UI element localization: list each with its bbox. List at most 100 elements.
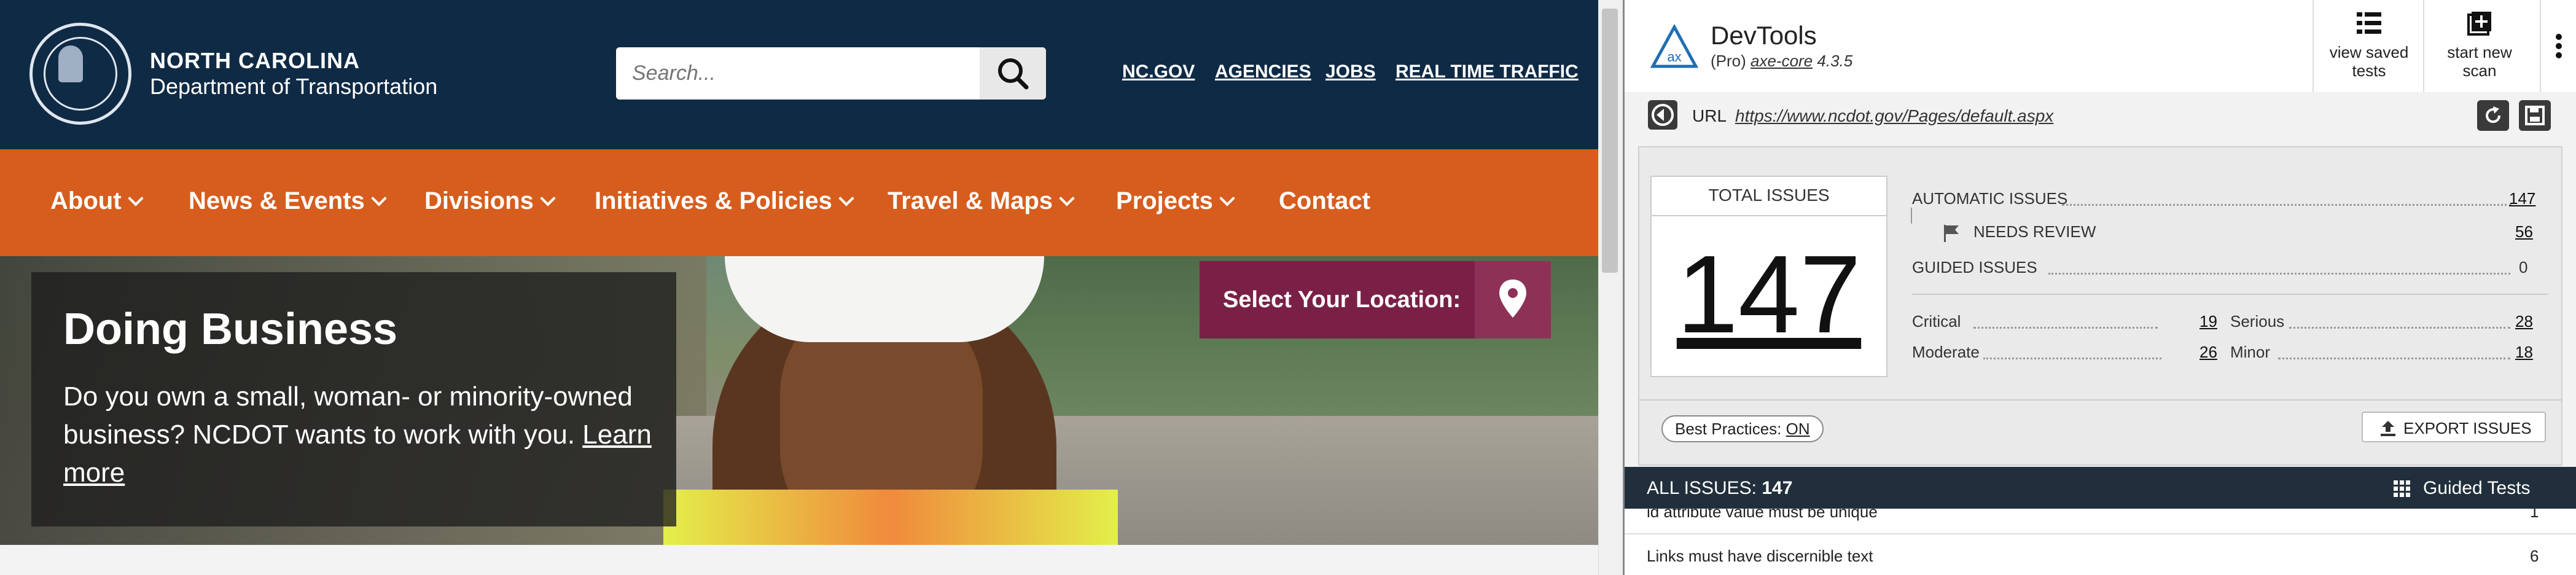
- nav-projects[interactable]: Projects: [1116, 187, 1235, 215]
- list-item[interactable]: Links must have discernible text 6: [1625, 534, 2576, 575]
- export-issues-label: EXPORT ISSUES: [2403, 419, 2532, 437]
- brand-state[interactable]: NORTH CAROLINA: [150, 48, 360, 74]
- devtools-title: DevTools: [1711, 21, 1817, 50]
- section-divider: [1638, 399, 2562, 401]
- start-new-label-2: scan: [2462, 61, 2497, 80]
- site-header: NORTH CAROLINA Department of Transportat…: [0, 0, 1598, 149]
- all-issues-count: 147: [1762, 478, 1793, 498]
- dotted-leader: [1973, 327, 2158, 329]
- nav-contact[interactable]: Contact: [1279, 187, 1370, 215]
- nav-label: Projects: [1116, 187, 1213, 214]
- hero-photo-hardhat: [725, 256, 1044, 342]
- best-practices-toggle[interactable]: Best Practices: ON: [1661, 415, 1824, 442]
- devtools-header: ax DevTools (Pro) axe-core 4.3.5 view sa…: [1625, 0, 2576, 93]
- search-button[interactable]: [980, 47, 1046, 100]
- guided-tests-button[interactable]: Guided Tests: [2394, 478, 2531, 499]
- total-issues-count[interactable]: 147: [1652, 233, 1886, 356]
- view-saved-label-2: tests: [2352, 61, 2386, 80]
- nav-label: About: [50, 187, 122, 214]
- chevron-down-icon: [838, 190, 854, 206]
- list-icon: [2357, 12, 2381, 34]
- link-real-time-traffic[interactable]: REAL TIME TRAFFIC: [1395, 61, 1579, 82]
- kebab-menu-icon: [2556, 34, 2562, 58]
- nav-divisions[interactable]: Divisions: [424, 187, 556, 215]
- critical-label: Critical: [1912, 312, 1961, 331]
- hero-text-body: Do you own a small, woman- or minority-o…: [63, 381, 633, 450]
- chevron-down-icon: [127, 190, 144, 206]
- url-label: URL: [1692, 106, 1727, 125]
- link-agencies[interactable]: AGENCIES: [1215, 61, 1311, 82]
- list-item[interactable]: id attribute value must be unique 1: [1625, 509, 2576, 533]
- brand-department[interactable]: Department of Transportation: [150, 74, 437, 100]
- dotted-leader: [2278, 358, 2510, 359]
- save-results-button[interactable]: [2519, 100, 2551, 131]
- rescan-button[interactable]: [2477, 100, 2509, 131]
- search-input[interactable]: [616, 47, 978, 100]
- nav-about[interactable]: About: [50, 187, 144, 215]
- tree-connector: [1911, 208, 1912, 224]
- axe-logo-icon: ax: [1650, 25, 1698, 68]
- link-ncgov[interactable]: NC.GOV: [1122, 61, 1195, 82]
- minor-label: Minor: [2230, 343, 2271, 361]
- automatic-issues-label: AUTOMATIC ISSUES: [1912, 189, 2068, 208]
- needs-review-label: NEEDS REVIEW: [1973, 222, 2096, 241]
- svg-text:ax: ax: [1667, 49, 1681, 65]
- save-icon: [2525, 106, 2545, 125]
- start-new-scan-button[interactable]: start new scan: [2423, 0, 2535, 92]
- moderate-count[interactable]: 26: [2199, 343, 2217, 362]
- nav-travel-maps[interactable]: Travel & Maps: [888, 187, 1075, 215]
- search-icon: [998, 58, 1029, 90]
- best-practices-label: Best Practices:: [1675, 420, 1782, 438]
- back-arrow-icon: [1652, 104, 1674, 126]
- select-location-label: Select Your Location:: [1223, 287, 1461, 313]
- guided-tests-label: Guided Tests: [2423, 478, 2531, 498]
- hero-photo-vest: [663, 490, 1118, 545]
- nav-label: News & Events: [189, 187, 365, 214]
- select-location-button[interactable]: Select Your Location:: [1200, 261, 1551, 338]
- issues-list: id attribute value must be unique 1 Link…: [1625, 509, 2576, 575]
- back-button[interactable]: [1648, 100, 1677, 130]
- axe-core-link[interactable]: axe-core: [1751, 52, 1813, 70]
- issue-count: 1: [2530, 509, 2539, 521]
- nav-initiatives-policies[interactable]: Initiatives & Policies: [595, 187, 854, 215]
- export-issues-button[interactable]: EXPORT ISSUES: [2362, 412, 2546, 442]
- chevron-down-icon: [1219, 190, 1235, 206]
- devtools-subtitle: (Pro) axe-core 4.3.5: [1711, 52, 1852, 71]
- guided-issues-label: GUIDED ISSUES: [1912, 258, 2037, 276]
- best-practices-state: ON: [1786, 420, 1810, 438]
- view-saved-label-1: view saved: [2329, 43, 2409, 61]
- export-icon: [2381, 421, 2395, 436]
- location-pin-icon: [1475, 261, 1551, 338]
- hero-text: Do you own a small, woman- or minority-o…: [63, 378, 653, 492]
- dotted-leader: [2048, 273, 2510, 275]
- chevron-down-icon: [540, 190, 556, 206]
- flag-icon: [1944, 225, 1959, 242]
- ncdot-website: NORTH CAROLINA Department of Transportat…: [0, 0, 1598, 575]
- link-jobs[interactable]: JOBS: [1325, 61, 1376, 82]
- issue-label: Links must have discernible text: [1647, 547, 1873, 565]
- nc-seal-logo[interactable]: [29, 23, 131, 125]
- critical-count[interactable]: 19: [2199, 312, 2217, 331]
- scanned-url-link[interactable]: https://www.ncdot.gov/Pages/default.aspx: [1735, 106, 2053, 126]
- minor-count[interactable]: 18: [2515, 343, 2533, 362]
- grid-icon: [2394, 480, 2410, 497]
- view-saved-tests-button[interactable]: view saved tests: [2313, 0, 2424, 92]
- scrollbar-thumb[interactable]: [1602, 9, 1618, 273]
- pro-label: (Pro): [1711, 52, 1746, 70]
- moderate-label: Moderate: [1912, 343, 1980, 361]
- needs-review-count[interactable]: 56: [2515, 222, 2533, 241]
- dotted-leader: [2062, 204, 2512, 206]
- all-issues-label: ALL ISSUES:: [1647, 478, 1757, 498]
- automatic-issues-count[interactable]: 147: [2509, 189, 2535, 208]
- dotted-leader: [1983, 358, 2161, 359]
- start-new-label-1: start new: [2447, 43, 2512, 61]
- nav-news-events[interactable]: News & Events: [189, 187, 387, 215]
- chevron-down-icon: [371, 190, 387, 206]
- serious-label: Serious: [2230, 312, 2285, 331]
- nav-label: Initiatives & Policies: [595, 187, 832, 214]
- more-options-button[interactable]: [2540, 0, 2576, 92]
- total-issues-card: TOTAL ISSUES 147: [1650, 176, 1887, 377]
- hero-caption-box: Doing Business Do you own a small, woman…: [31, 272, 676, 526]
- serious-count[interactable]: 28: [2515, 312, 2533, 331]
- axe-devtools-panel: ax DevTools (Pro) axe-core 4.3.5 view sa…: [1625, 0, 2576, 575]
